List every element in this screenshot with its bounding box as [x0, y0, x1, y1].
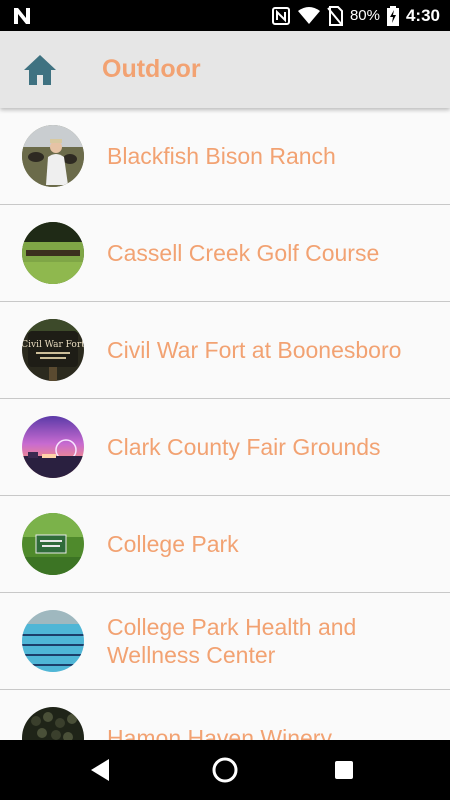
- n-logo-icon: [14, 8, 30, 24]
- list-item[interactable]: College Park: [0, 496, 450, 593]
- fair-grounds-sunset-photo: [22, 416, 84, 478]
- civil-war-fort-sign-photo: Civil War Fort: [22, 319, 84, 381]
- list-item[interactable]: Hamon Haven Winery: [0, 690, 450, 740]
- no-sim-icon: [327, 5, 343, 26]
- home-icon[interactable]: [22, 53, 58, 87]
- status-bar: 80% 4:30: [0, 0, 450, 31]
- list-item-label: College Park: [107, 531, 239, 557]
- nfc-icon: [271, 6, 290, 25]
- list-item-label: Hamon Haven Winery: [107, 725, 332, 740]
- golf-course-photo: [22, 222, 84, 284]
- list-item-label: Cassell Creek Golf Course: [107, 240, 380, 266]
- system-nav-bar: [0, 740, 450, 800]
- clock: 4:30: [405, 5, 440, 25]
- status-icons: 80% 4:30: [271, 0, 440, 31]
- swimming-pool-photo: [22, 610, 84, 672]
- list-item-label: College Park Health and Wellness Center: [107, 614, 357, 668]
- list-item[interactable]: College Park Health and Wellness Center: [0, 593, 450, 690]
- svg-text:Civil War Fort: Civil War Fort: [22, 340, 84, 350]
- list-item[interactable]: Clark County Fair Grounds: [0, 399, 450, 496]
- app-bar: Outdoor: [0, 31, 450, 108]
- list-item[interactable]: Civil War Fort Civil War Fort at Boonesb…: [0, 302, 450, 399]
- list-item-label: Civil War Fort at Boonesboro: [107, 337, 402, 363]
- page-title: Outdoor: [102, 55, 201, 83]
- bison-ranch-photo: [22, 125, 84, 187]
- list-item[interactable]: Blackfish Bison Ranch: [0, 108, 450, 205]
- wifi-icon: [297, 6, 320, 24]
- back-icon[interactable]: [89, 757, 111, 783]
- list-item[interactable]: Cassell Creek Golf Course: [0, 205, 450, 302]
- list-item-label: Blackfish Bison Ranch: [107, 143, 336, 169]
- place-list: Blackfish Bison Ranch Cassell Creek Golf…: [0, 108, 450, 740]
- battery-percent: 80%: [349, 7, 380, 24]
- grapes-photo: [22, 707, 84, 740]
- list-item-label: Clark County Fair Grounds: [107, 434, 381, 460]
- college-park-sign-photo: [22, 513, 84, 575]
- recents-icon[interactable]: [334, 760, 354, 780]
- battery-charging-icon: [386, 5, 399, 26]
- home-circle-icon[interactable]: [211, 756, 239, 784]
